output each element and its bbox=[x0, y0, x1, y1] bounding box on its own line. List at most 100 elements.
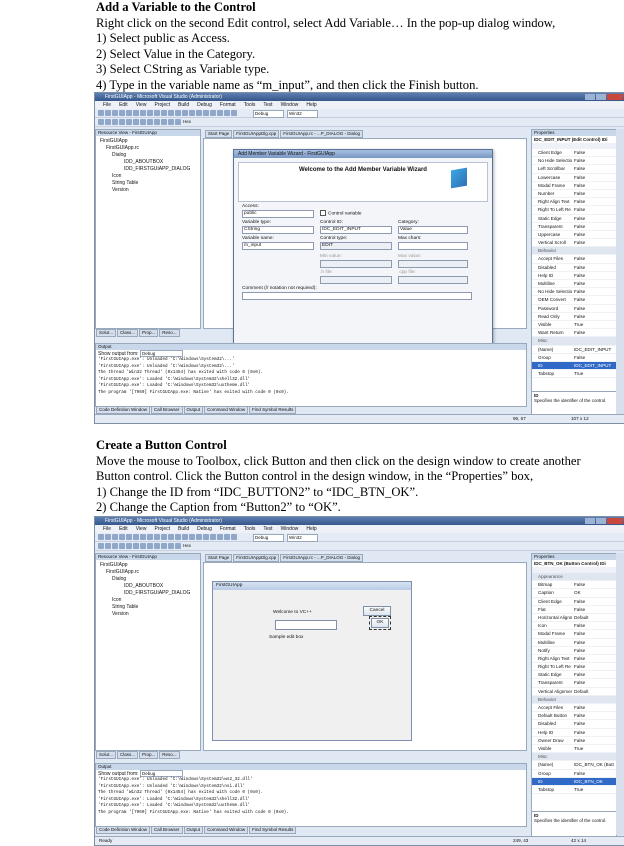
property-value[interactable]: False bbox=[572, 182, 616, 189]
tab-output[interactable]: Output bbox=[183, 406, 204, 414]
property-row[interactable]: Right To Left Re False bbox=[532, 663, 616, 672]
tab-output[interactable]: Output bbox=[183, 826, 204, 834]
menu-view[interactable]: View bbox=[136, 101, 147, 109]
comment-input[interactable] bbox=[242, 292, 472, 300]
menu-view[interactable]: View bbox=[136, 525, 147, 533]
tree-item[interactable]: Icon bbox=[100, 173, 200, 180]
properties-object-combo[interactable]: IDC_BTN_OK (Button Control) IDi bbox=[532, 560, 616, 567]
side-toolbox-strip[interactable] bbox=[616, 129, 624, 415]
properties-object-combo[interactable]: IDC_EDIT_INPUT (Edit Control) IDi bbox=[532, 136, 616, 143]
property-row[interactable]: No Hide Selection False bbox=[532, 157, 616, 166]
category-select[interactable]: Value bbox=[398, 226, 468, 234]
property-row[interactable]: Group False bbox=[532, 770, 616, 778]
tab-call-browser[interactable]: Call Browser bbox=[151, 406, 183, 414]
property-value[interactable]: False bbox=[572, 647, 616, 654]
property-row[interactable]: Bitmap False bbox=[532, 581, 616, 590]
tab-command-window[interactable]: Command Window bbox=[204, 406, 249, 414]
property-category[interactable]: Appearance bbox=[532, 573, 616, 582]
tab-find-symbol[interactable]: Find Symbol Results bbox=[249, 406, 297, 414]
tab-dialog-rc[interactable]: FirstGUIApp.rc - ...P_DIALOG - Dialog bbox=[280, 130, 364, 138]
property-row[interactable]: Right Align Text False bbox=[532, 655, 616, 664]
variable-type-input[interactable]: CString bbox=[242, 226, 314, 234]
property-row[interactable]: Visible True bbox=[532, 745, 616, 754]
property-value[interactable]: False bbox=[572, 198, 616, 205]
menu-format[interactable]: Format bbox=[220, 525, 236, 533]
property-row[interactable]: Icon False bbox=[532, 622, 616, 631]
property-row[interactable]: Client Edge False bbox=[532, 598, 616, 606]
tab-start-page[interactable]: Start Page bbox=[205, 554, 233, 562]
tree-item[interactable]: FirstGUIApp.rc bbox=[100, 569, 200, 576]
tab-class[interactable]: Class... bbox=[117, 329, 139, 337]
menu-window[interactable]: Window bbox=[281, 101, 299, 109]
property-value[interactable]: False bbox=[572, 231, 616, 238]
output-source-combo[interactable]: Debug bbox=[139, 770, 183, 777]
menu-help[interactable]: Help bbox=[306, 525, 316, 533]
property-value[interactable]: False bbox=[572, 663, 616, 670]
property-row[interactable]: Tabstop True bbox=[532, 786, 616, 795]
tree-item[interactable]: FirstGUIApp.rc bbox=[100, 145, 200, 152]
toolbar-icons[interactable] bbox=[98, 534, 237, 540]
property-row[interactable]: Help ID False bbox=[532, 729, 616, 737]
tree-item[interactable]: Version bbox=[100, 187, 200, 194]
property-row[interactable]: Left Scrollbar False bbox=[532, 165, 616, 174]
property-value[interactable]: IDC_BTN_OK bbox=[572, 778, 616, 785]
property-row[interactable]: Multiline False bbox=[532, 639, 616, 647]
toolbar-icons[interactable] bbox=[98, 110, 237, 116]
property-category[interactable]: Misc bbox=[532, 753, 616, 762]
config-combo[interactable]: Debug bbox=[253, 534, 284, 542]
property-value[interactable]: False bbox=[572, 296, 616, 303]
property-value[interactable]: Default bbox=[572, 614, 616, 621]
property-row[interactable]: ID IDC_BTN_OK bbox=[532, 777, 616, 786]
input-edit-control[interactable] bbox=[275, 620, 337, 630]
menu-window[interactable]: Window bbox=[281, 525, 299, 533]
property-row[interactable]: Right To Left Re False bbox=[532, 206, 616, 215]
property-value[interactable]: False bbox=[572, 313, 616, 320]
property-value[interactable]: IDC_BTN_OK (Butt bbox=[572, 761, 616, 768]
menu-build[interactable]: Build bbox=[178, 101, 189, 109]
config-combo[interactable]: Debug bbox=[253, 110, 284, 118]
property-row[interactable]: Modal Frame False bbox=[532, 630, 616, 639]
menu-project[interactable]: Project bbox=[154, 525, 170, 533]
tab-property[interactable]: Prop... bbox=[139, 329, 159, 337]
property-row[interactable]: Static Edge False bbox=[532, 671, 616, 680]
tab-start-page[interactable]: Start Page bbox=[205, 130, 233, 138]
platform-combo[interactable]: Win32 bbox=[287, 534, 318, 542]
tree-item[interactable]: String Table bbox=[100, 604, 200, 611]
sample-edit-box[interactable]: Sample edit box bbox=[269, 635, 303, 640]
property-value[interactable]: False bbox=[572, 149, 616, 156]
property-row[interactable]: (Name) IDC_BTN_OK (Butt bbox=[532, 761, 616, 770]
menu-debug[interactable]: Debug bbox=[197, 525, 212, 533]
tree-item[interactable]: Dialog bbox=[100, 152, 200, 159]
property-value[interactable]: IDC_EDIT_INPUT bbox=[572, 362, 616, 369]
tab-dialog-rc[interactable]: FirstGUIApp.rc - ...P_DIALOG - Dialog bbox=[280, 554, 364, 562]
toolbar-icons[interactable] bbox=[98, 543, 181, 549]
property-value[interactable]: False bbox=[572, 206, 616, 213]
property-value[interactable]: False bbox=[572, 704, 616, 711]
tab-dlg-cpp[interactable]: FirstGUIAppDlg.cpp bbox=[233, 554, 280, 562]
property-row[interactable]: Disabled False bbox=[532, 720, 616, 729]
property-row[interactable]: Owner Draw False bbox=[532, 737, 616, 745]
menu-test[interactable]: Test bbox=[263, 525, 272, 533]
tab-class[interactable]: Class... bbox=[117, 751, 139, 759]
tab-property[interactable]: Prop... bbox=[139, 751, 159, 759]
property-row[interactable]: OEM Convert False bbox=[532, 296, 616, 305]
output-source-combo[interactable]: Debug bbox=[139, 350, 183, 357]
property-value[interactable]: True bbox=[572, 321, 616, 328]
property-row[interactable]: Modal Frame False bbox=[532, 182, 616, 190]
property-row[interactable]: Caption OK bbox=[532, 589, 616, 598]
property-row[interactable]: Disabled False bbox=[532, 264, 616, 272]
property-value[interactable]: False bbox=[572, 288, 616, 295]
property-value[interactable]: False bbox=[572, 239, 616, 246]
tab-call-browser[interactable]: Call Browser bbox=[151, 826, 183, 834]
property-value[interactable]: False bbox=[572, 272, 616, 279]
property-value[interactable]: False bbox=[572, 264, 616, 271]
property-row[interactable]: Multiline False bbox=[532, 280, 616, 289]
property-row[interactable]: Vertical Alignment Default bbox=[532, 688, 616, 696]
property-value[interactable]: False bbox=[572, 190, 616, 197]
property-row[interactable]: Accept Files False bbox=[532, 704, 616, 713]
tree-item[interactable]: String Table bbox=[100, 180, 200, 187]
property-value[interactable]: False bbox=[572, 255, 616, 262]
property-value[interactable]: True bbox=[572, 786, 616, 793]
tab-resource[interactable]: Reso... bbox=[159, 751, 180, 759]
tab-command-window[interactable]: Command Window bbox=[204, 826, 249, 834]
